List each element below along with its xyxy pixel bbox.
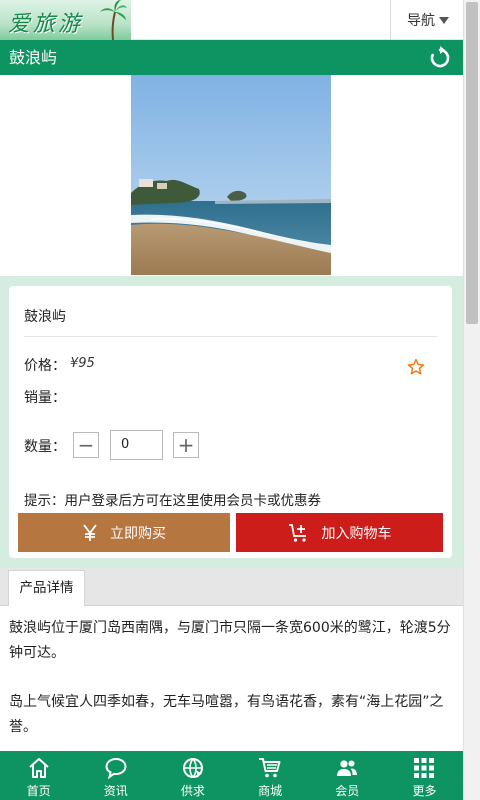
bottom-nav-label: 供求 — [180, 784, 205, 798]
product-description: 鼓浪屿位于厦门岛西南隅，与厦门市只隔一条宽600米的鹭江，轮渡5分钟可达。 岛上… — [0, 606, 463, 756]
product-name: 鼓浪屿 — [24, 309, 66, 325]
product-card-wrap: 鼓浪屿 价格： ¥95 销量： 数量： − 0 + 提示：用户登录后方可在这里使… — [0, 276, 463, 568]
chat-bubble-icon — [105, 757, 127, 780]
bottom-nav-news[interactable]: 资讯 — [77, 751, 154, 800]
nav-divider — [390, 0, 391, 40]
divider — [24, 336, 437, 337]
home-icon — [28, 758, 49, 778]
bottom-nav-label: 会员 — [335, 784, 360, 798]
bottom-nav-mall[interactable]: 商城 — [232, 751, 309, 800]
members-icon — [337, 760, 358, 776]
scrollbar-thumb[interactable] — [466, 2, 478, 324]
product-image-area — [0, 75, 463, 276]
title-bar: 鼓浪屿 — [0, 40, 463, 75]
nav-menu-button[interactable]: 导航 — [396, 0, 460, 40]
cart-plus-icon — [288, 523, 310, 543]
price-value: ¥95 — [70, 356, 95, 371]
product-card: 鼓浪屿 价格： ¥95 销量： 数量： − 0 + 提示：用户登录后方可在这里使… — [9, 286, 452, 558]
bottom-nav-label: 首页 — [26, 784, 51, 798]
logo[interactable]: 爱旅游 — [0, 0, 131, 40]
buy-now-button[interactable]: 立即购买 — [18, 513, 230, 552]
palm-tree-icon — [100, 0, 127, 40]
page-title: 鼓浪屿 — [9, 48, 58, 67]
buy-now-label: 立即购买 — [110, 525, 166, 542]
grid-icon — [414, 758, 435, 778]
bottom-nav-more[interactable]: 更多 — [386, 751, 463, 800]
bottom-nav-label: 商城 — [258, 784, 283, 798]
bottom-nav: 首页 资讯 供求 商城 会员 更多 — [0, 751, 463, 800]
refresh-icon[interactable] — [428, 46, 452, 70]
yen-icon — [82, 523, 98, 542]
nav-label: 导航 — [407, 13, 435, 29]
logo-text: 爱旅游 — [8, 12, 84, 37]
star-favorite-icon[interactable] — [407, 358, 425, 376]
product-photo[interactable] — [131, 75, 331, 275]
page: 爱旅游 导航 鼓浪屿 鼓浪屿 价格： ¥95 销量： 数量： − 0 + 提示：… — [0, 0, 463, 800]
globe-icon — [182, 758, 203, 778]
bottom-nav-label: 资讯 — [103, 784, 128, 798]
description-paragraph: 岛上气候宜人四季如春，无车马喧嚣，有鸟语花香，素有“海上花园”之誉。 — [9, 694, 444, 735]
bottom-nav-label: 更多 — [412, 784, 437, 798]
sales-label: 销量： — [24, 390, 66, 406]
quantity-decrease-button[interactable]: − — [73, 432, 99, 458]
header: 爱旅游 导航 — [0, 0, 463, 40]
tab-product-detail[interactable]: 产品详情 — [8, 570, 85, 606]
add-to-cart-button[interactable]: 加入购物车 — [236, 513, 443, 552]
quantity-label: 数量： — [24, 439, 66, 455]
bottom-nav-members[interactable]: 会员 — [309, 751, 386, 800]
vertical-scrollbar[interactable] — [463, 0, 480, 800]
detail-tab-bar: 产品详情 — [0, 568, 463, 606]
quantity-input[interactable]: 0 — [110, 430, 163, 460]
bottom-nav-supply[interactable]: 供求 — [154, 751, 231, 800]
bottom-nav-home[interactable]: 首页 — [0, 751, 77, 800]
add-to-cart-label: 加入购物车 — [321, 525, 392, 542]
caret-down-icon — [439, 16, 449, 24]
shopping-cart-icon — [259, 758, 281, 778]
quantity-increase-button[interactable]: + — [173, 432, 199, 458]
login-tip: 提示：用户登录后方可在这里使用会员卡或优惠券 — [24, 493, 321, 509]
description-paragraph: 鼓浪屿位于厦门岛西南隅，与厦门市只隔一条宽600米的鹭江，轮渡5分钟可达。 — [9, 620, 451, 661]
price-label: 价格： — [24, 358, 66, 374]
